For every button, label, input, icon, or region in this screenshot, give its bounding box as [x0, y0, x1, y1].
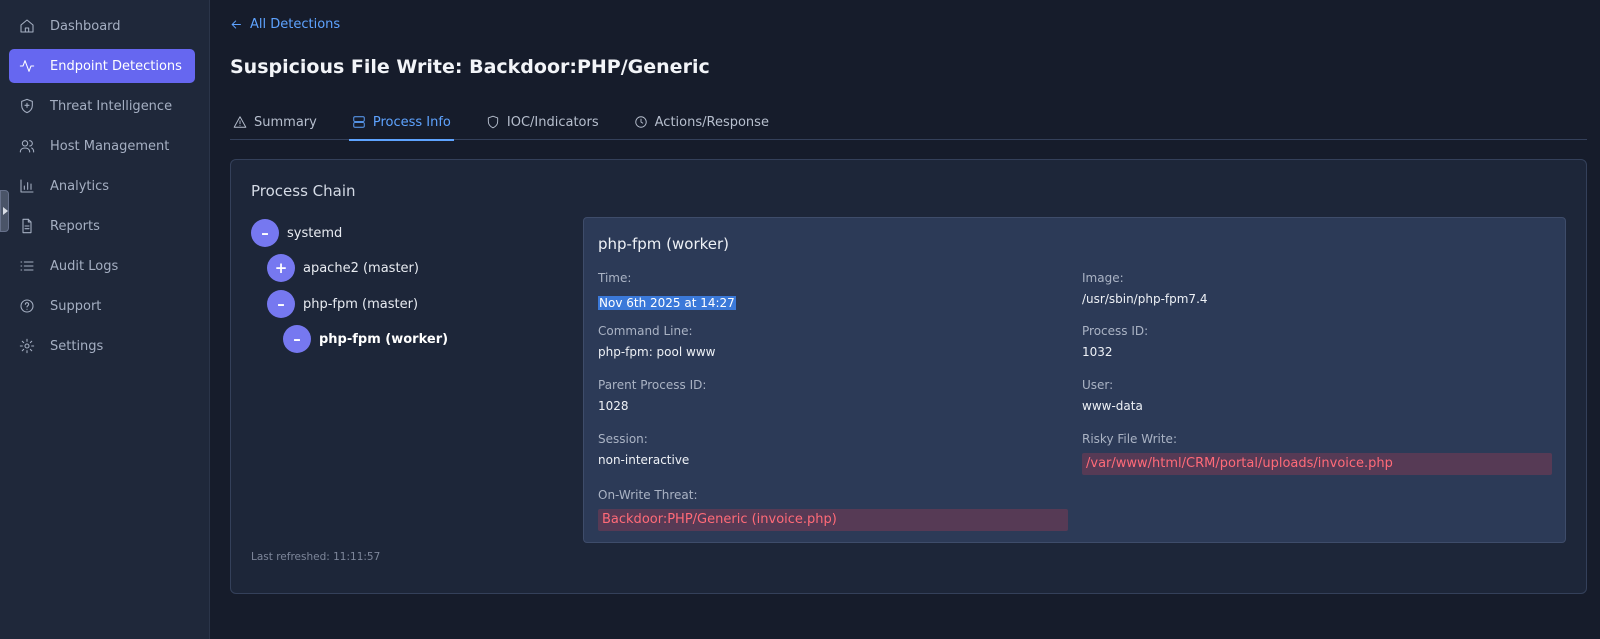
sidebar-item-label: Support	[50, 298, 102, 314]
field-value: /usr/sbin/php-fpm7.4	[1082, 292, 1208, 306]
shield-plus-icon	[18, 97, 36, 115]
tree-node-label: php-fpm (worker)	[319, 331, 449, 347]
users-icon	[18, 137, 36, 155]
home-icon	[18, 17, 36, 35]
tab-actions-response[interactable]: Actions/Response	[631, 104, 772, 140]
field-session: Session: non-interactive	[598, 432, 689, 467]
shield-icon	[487, 115, 499, 129]
page-title: Suspicious File Write: Backdoor:PHP/Gene…	[230, 56, 710, 78]
sidebar-item-host-management[interactable]: Host Management	[9, 129, 195, 163]
field-label: Parent Process ID:	[598, 378, 707, 392]
sidebar-item-label: Threat Intelligence	[50, 98, 173, 114]
field-time: Time: Nov 6th 2025 at 14:27	[598, 271, 736, 311]
process-detail-panel: php-fpm (worker) Time: Nov 6th 2025 at 1…	[583, 217, 1566, 543]
sidebar-item-label: Analytics	[50, 178, 110, 194]
field-image: Image: /usr/sbin/php-fpm7.4	[1082, 271, 1208, 306]
field-value: 1032	[1082, 345, 1113, 359]
field-command-line: Command Line: php-fpm: pool www	[598, 324, 715, 359]
field-value: non-interactive	[598, 453, 690, 467]
process-detail-title: php-fpm (worker)	[598, 235, 730, 253]
tree-node-apache2-master[interactable]: + apache2 (master)	[267, 254, 419, 282]
sidebar-item-label: Reports	[50, 218, 100, 234]
tree-node-php-fpm-master[interactable]: – php-fpm (master)	[267, 290, 418, 318]
field-label: Risky File Write:	[1082, 432, 1177, 446]
sidebar-item-audit-logs[interactable]: Audit Logs	[9, 249, 195, 283]
back-link-label: All Detections	[250, 17, 341, 32]
server-icon	[353, 116, 365, 128]
field-label: User:	[1082, 378, 1114, 392]
field-value: www-data	[1082, 399, 1143, 413]
collapse-toggle-button[interactable]: –	[251, 219, 279, 247]
collapse-toggle-button[interactable]: –	[267, 290, 295, 318]
field-parent-process-id: Parent Process ID: 1028	[598, 378, 706, 413]
risky-file-path: /var/www/html/CRM/portal/uploads/invoice…	[1082, 453, 1552, 475]
field-label: Process ID:	[1082, 324, 1149, 338]
field-label: Session:	[598, 432, 648, 446]
activity-icon	[18, 57, 36, 75]
bar-chart-icon	[18, 177, 36, 195]
tab-label: IOC/Indicators	[506, 114, 599, 130]
field-label: Command Line:	[598, 324, 693, 338]
sidebar-item-label: Audit Logs	[50, 258, 119, 274]
sidebar-item-endpoint-detections[interactable]: Endpoint Detections	[9, 49, 195, 83]
field-user: User: www-data	[1082, 378, 1143, 413]
field-risky-file-write: Risky File Write: /var/www/html/CRM/port…	[1082, 432, 1552, 475]
tab-label: Process Info	[372, 114, 451, 130]
field-value: 1028	[598, 399, 629, 413]
tab-ioc-indicators[interactable]: IOC/Indicators	[483, 104, 602, 140]
field-process-id: Process ID: 1032	[1082, 324, 1148, 359]
list-icon	[18, 257, 36, 275]
expand-toggle-button[interactable]: +	[267, 254, 295, 282]
tab-label: Summary	[254, 114, 317, 130]
clock-icon	[634, 116, 647, 128]
tree-node-label: systemd	[287, 225, 343, 241]
tree-node-label: php-fpm (master)	[303, 296, 419, 312]
sidebar-item-settings[interactable]: Settings	[9, 329, 195, 363]
field-label: On-Write Threat:	[598, 488, 698, 502]
sidebar-item-threat-intelligence[interactable]: Threat Intelligence	[9, 89, 195, 123]
sidebar-collapse-handle[interactable]	[0, 190, 9, 232]
gear-icon	[18, 337, 36, 355]
field-value[interactable]: Nov 6th 2025 at 14:27	[598, 296, 736, 310]
tab-summary[interactable]: Summary	[230, 104, 320, 140]
arrow-left-icon	[231, 20, 241, 29]
alert-triangle-icon	[233, 116, 247, 128]
threat-name: Backdoor:PHP/Generic (invoice.php)	[598, 509, 1068, 531]
sidebar-item-label: Settings	[50, 338, 104, 354]
sidebar: Dashboard Endpoint Detections Threat Int…	[0, 0, 210, 639]
tab-label: Actions/Response	[654, 114, 769, 130]
field-label: Time:	[598, 271, 632, 285]
sidebar-item-reports[interactable]: Reports	[9, 209, 195, 243]
last-refreshed-text: Last refreshed: 11:11:57	[251, 551, 381, 563]
sidebar-item-dashboard[interactable]: Dashboard	[9, 9, 195, 43]
field-on-write-threat: On-Write Threat: Backdoor:PHP/Generic (i…	[598, 488, 1068, 531]
process-chain-card: Process Chain – systemd + apache2 (maste…	[230, 159, 1587, 594]
collapse-toggle-button[interactable]: –	[283, 325, 311, 353]
sidebar-item-analytics[interactable]: Analytics	[9, 169, 195, 203]
tree-node-systemd[interactable]: – systemd	[251, 219, 342, 247]
process-chain-title: Process Chain	[251, 182, 356, 200]
sidebar-item-support[interactable]: Support	[9, 289, 195, 323]
tree-node-php-fpm-worker[interactable]: – php-fpm (worker)	[283, 325, 448, 353]
sidebar-item-label: Endpoint Detections	[50, 58, 182, 74]
tree-node-label: apache2 (master)	[303, 260, 419, 276]
main-content: All Detections Suspicious File Write: Ba…	[210, 0, 1600, 639]
file-text-icon	[18, 217, 36, 235]
tab-process-info[interactable]: Process Info	[348, 104, 454, 141]
field-label: Image:	[1082, 271, 1124, 285]
detection-tabs: Summary Process Info IOC/Indicators Acti…	[230, 104, 1587, 141]
field-value: php-fpm: pool www	[598, 345, 716, 359]
sidebar-item-label: Host Management	[50, 138, 170, 154]
sidebar-item-label: Dashboard	[50, 18, 121, 34]
back-to-detections-link[interactable]: All Detections	[230, 17, 340, 32]
help-circle-icon	[18, 297, 36, 315]
